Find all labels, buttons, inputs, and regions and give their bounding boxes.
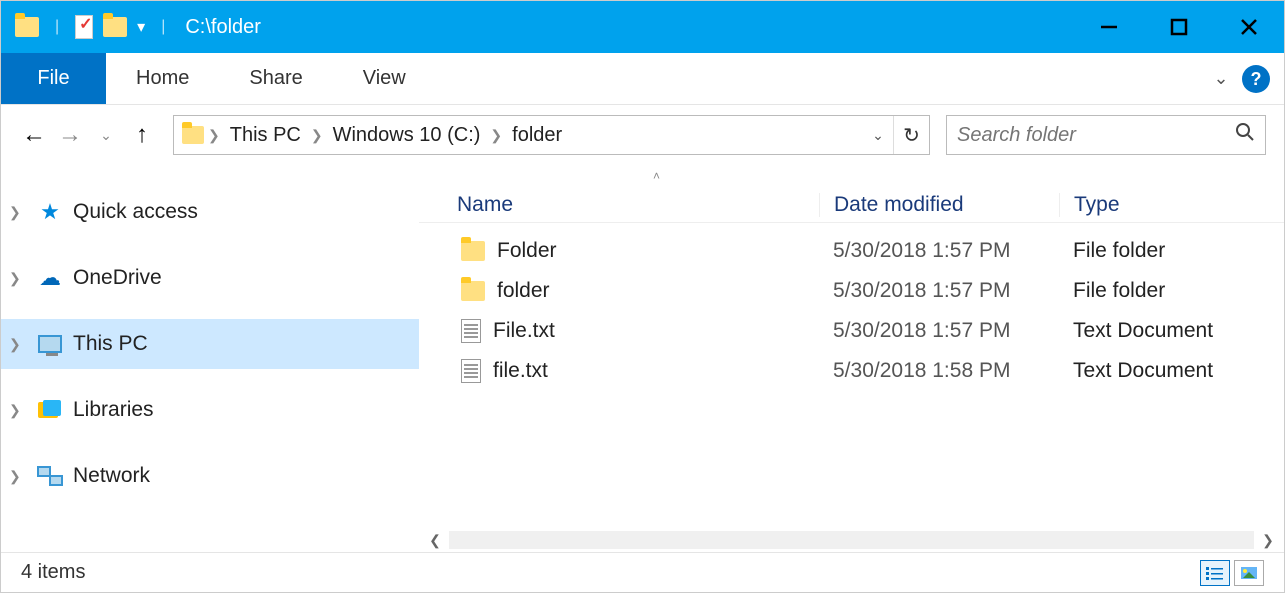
nav-item-label: Quick access [73, 200, 198, 224]
star-icon: ★ [37, 201, 63, 223]
folder-icon [461, 281, 485, 301]
horizontal-scrollbar[interactable]: ❮ ❯ [419, 528, 1284, 552]
column-header-date[interactable]: Date modified [819, 193, 1059, 217]
breadcrumb-drive[interactable]: Windows 10 (C:) [327, 124, 487, 147]
ribbon: File Home Share View ⌄ ? [1, 53, 1284, 105]
search-input[interactable] [957, 124, 1235, 147]
nav-item-quick-access[interactable]: ❯ ★ Quick access [1, 187, 419, 237]
status-item-count: 4 items [21, 561, 85, 584]
qat-newfolder-button[interactable] [103, 17, 127, 37]
file-row[interactable]: File.txt 5/30/2018 1:57 PMText Document [419, 311, 1284, 351]
nav-item-label: OneDrive [73, 266, 162, 290]
minimize-button[interactable] [1074, 1, 1144, 53]
address-history-dropdown[interactable]: ⌄ [863, 127, 893, 144]
scroll-left-icon[interactable]: ❮ [425, 532, 445, 549]
file-date: 5/30/2018 1:57 PM [819, 279, 1059, 303]
ribbon-toggle-button[interactable]: ⌄ [1204, 53, 1238, 104]
nav-item-label: Network [73, 464, 150, 488]
qat-separator-2: | [155, 18, 171, 36]
refresh-button[interactable]: ↻ [893, 116, 929, 154]
file-date: 5/30/2018 1:57 PM [819, 319, 1059, 343]
scroll-track[interactable] [449, 531, 1254, 549]
text-file-icon [461, 319, 481, 343]
breadcrumb-folder[interactable]: folder [506, 124, 568, 147]
file-type: Text Document [1059, 359, 1284, 383]
large-icons-view-button[interactable] [1234, 560, 1264, 586]
maximize-button[interactable] [1144, 1, 1214, 53]
chevron-right-icon[interactable]: ❯ [9, 468, 27, 485]
nav-item-libraries[interactable]: ❯ Libraries [1, 385, 419, 435]
file-row[interactable]: file.txt 5/30/2018 1:58 PMText Document [419, 351, 1284, 391]
file-name: file.txt [493, 359, 548, 383]
tab-view[interactable]: View [333, 53, 436, 104]
back-button[interactable]: ← [19, 120, 49, 150]
file-row[interactable]: folder 5/30/2018 1:57 PMFile folder [419, 271, 1284, 311]
scroll-right-icon[interactable]: ❯ [1258, 532, 1278, 549]
crumb-sep-icon: ❯ [204, 127, 224, 144]
navigation-pane: ❯ ★ Quick access ❯ ☁ OneDrive ❯ This PC ❯ Librari… [1, 165, 419, 552]
tab-home[interactable]: Home [106, 53, 219, 104]
chevron-right-icon[interactable]: ❯ [9, 270, 27, 287]
file-name: Folder [497, 239, 557, 263]
file-name: folder [497, 279, 550, 303]
up-button[interactable]: ↑ [127, 120, 157, 150]
app-icon [15, 17, 39, 37]
chevron-right-icon[interactable]: ❯ [9, 204, 27, 221]
close-button[interactable] [1214, 1, 1284, 53]
title-bar: | ▾ | C:\folder [1, 1, 1284, 53]
crumb-sep-icon[interactable]: ❯ [307, 127, 327, 144]
address-folder-icon [182, 126, 204, 144]
file-row[interactable]: Folder 5/30/2018 1:57 PMFile folder [419, 231, 1284, 271]
window-title: C:\folder [185, 16, 261, 39]
navigation-row: ← → ⌄ ↑ ❯ This PC ❯ Windows 10 (C:) ❯ fo… [1, 105, 1284, 165]
address-bar[interactable]: ❯ This PC ❯ Windows 10 (C:) ❯ folder ⌄ ↻ [173, 115, 930, 155]
sort-indicator: ˄ [419, 165, 1284, 187]
qat-separator: | [49, 18, 65, 36]
chevron-right-icon[interactable]: ❯ [9, 402, 27, 419]
nav-item-onedrive[interactable]: ❯ ☁ OneDrive [1, 253, 419, 303]
monitor-icon [37, 333, 63, 355]
details-view-button[interactable] [1200, 560, 1230, 586]
file-type: Text Document [1059, 319, 1284, 343]
text-file-icon [461, 359, 481, 383]
file-type: File folder [1059, 279, 1284, 303]
status-bar: 4 items [1, 552, 1284, 592]
column-header-type[interactable]: Type [1059, 193, 1284, 217]
help-button[interactable]: ? [1242, 65, 1270, 93]
crumb-sep-icon[interactable]: ❯ [486, 127, 506, 144]
cloud-icon: ☁ [37, 267, 63, 289]
nav-item-label: Libraries [73, 398, 154, 422]
nav-item-network[interactable]: ❯ Network [1, 451, 419, 501]
chevron-right-icon[interactable]: ❯ [9, 336, 27, 353]
column-headers: Name Date modified Type [419, 187, 1284, 223]
file-type: File folder [1059, 239, 1284, 263]
qat-customize-dropdown[interactable]: ▾ [137, 17, 145, 37]
file-name: File.txt [493, 319, 555, 343]
forward-button[interactable]: → [55, 120, 85, 150]
column-header-name[interactable]: Name [419, 193, 819, 217]
search-box[interactable] [946, 115, 1266, 155]
qat-properties-button[interactable] [75, 15, 93, 39]
breadcrumb-this-pc[interactable]: This PC [224, 124, 307, 147]
network-icon [37, 465, 63, 487]
file-list-pane: ˄ Name Date modified Type Folder 5/30/201… [419, 165, 1284, 552]
nav-item-label: This PC [73, 332, 148, 356]
search-icon[interactable] [1235, 122, 1255, 148]
file-date: 5/30/2018 1:57 PM [819, 239, 1059, 263]
folder-icon [461, 241, 485, 261]
nav-item-this-pc[interactable]: ❯ This PC [1, 319, 419, 369]
recent-locations-dropdown[interactable]: ⌄ [91, 120, 121, 150]
sort-asc-icon: ˄ [653, 169, 660, 183]
file-date: 5/30/2018 1:58 PM [819, 359, 1059, 383]
libraries-icon [37, 399, 63, 421]
file-tab[interactable]: File [1, 53, 106, 104]
tab-share[interactable]: Share [219, 53, 332, 104]
